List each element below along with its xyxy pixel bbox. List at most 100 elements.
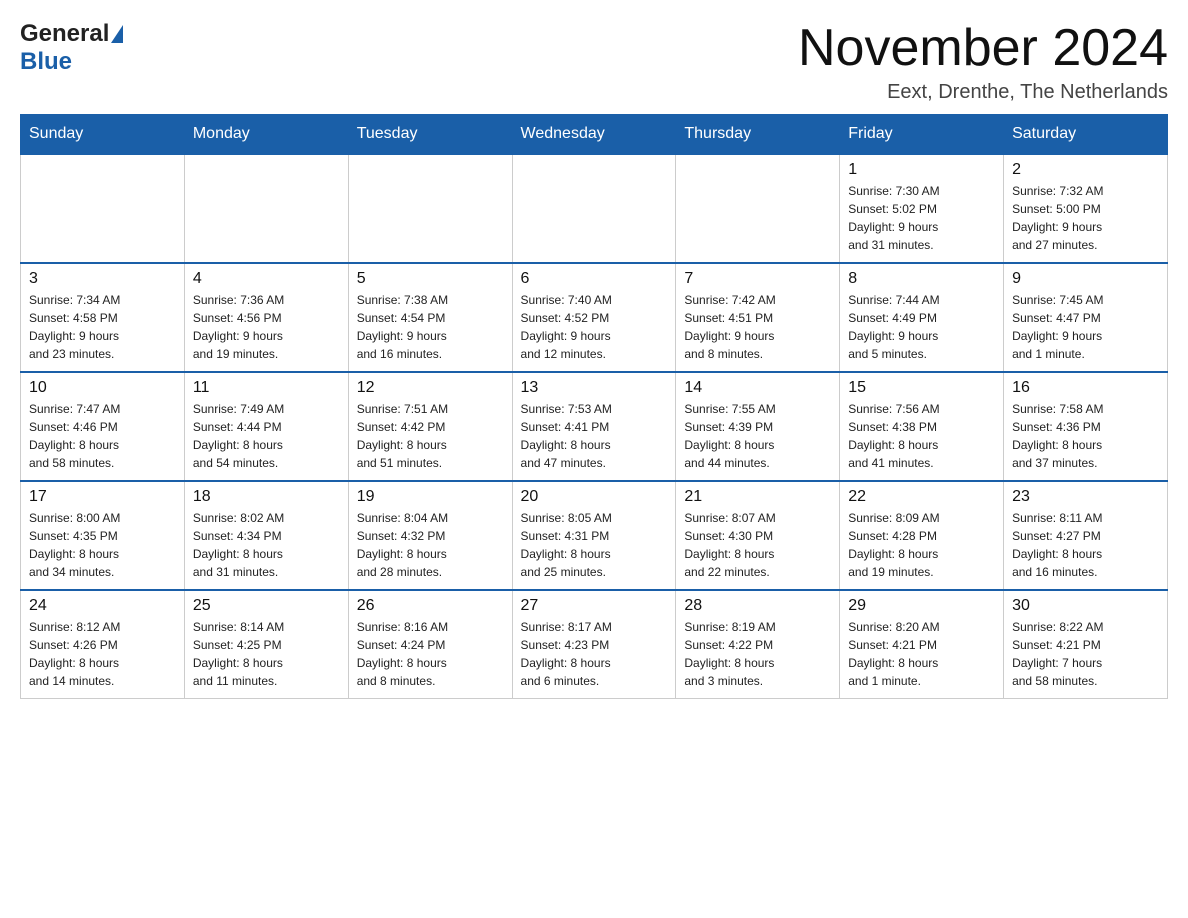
calendar-header-row: SundayMondayTuesdayWednesdayThursdayFrid… — [21, 115, 1168, 155]
calendar-day: 27 Sunrise: 8:17 AM Sunset: 4:23 PM Dayli… — [512, 590, 676, 699]
day-info: Sunrise: 7:56 AM Sunset: 4:38 PM Dayligh… — [848, 400, 995, 472]
calendar-week-row: 24 Sunrise: 8:12 AM Sunset: 4:26 PM Dayli… — [21, 590, 1168, 699]
day-number: 14 — [684, 379, 831, 397]
calendar-day: 20 Sunrise: 8:05 AM Sunset: 4:31 PM Dayli… — [512, 481, 676, 590]
calendar-day: 4 Sunrise: 7:36 AM Sunset: 4:56 PM Daylig… — [184, 263, 348, 372]
day-number: 15 — [848, 379, 995, 397]
calendar-day: 24 Sunrise: 8:12 AM Sunset: 4:26 PM Dayli… — [21, 590, 185, 699]
calendar-day: 29Sunrise: 8:20 AM Sunset: 4:21 PM Dayli… — [840, 590, 1004, 699]
day-info: Sunrise: 7:32 AM Sunset: 5:00 PM Dayligh… — [1012, 182, 1159, 254]
day-number: 27 — [521, 597, 668, 615]
day-info: Sunrise: 8:17 AM Sunset: 4:23 PM Dayligh… — [521, 618, 668, 690]
day-info: Sunrise: 8:16 AM Sunset: 4:24 PM Dayligh… — [357, 618, 504, 690]
day-number: 6 — [521, 270, 668, 288]
day-info: Sunrise: 8:00 AM Sunset: 4:35 PM Dayligh… — [29, 509, 176, 581]
calendar-header-wednesday: Wednesday — [512, 115, 676, 155]
day-number: 5 — [357, 270, 504, 288]
day-info: Sunrise: 7:51 AM Sunset: 4:42 PM Dayligh… — [357, 400, 504, 472]
calendar-day: 5Sunrise: 7:38 AM Sunset: 4:54 PM Daylig… — [348, 263, 512, 372]
day-number: 30 — [1012, 597, 1159, 615]
day-info: Sunrise: 7:45 AM Sunset: 4:47 PM Dayligh… — [1012, 291, 1159, 363]
day-info: Sunrise: 8:07 AM Sunset: 4:30 PM Dayligh… — [684, 509, 831, 581]
day-info: Sunrise: 7:58 AM Sunset: 4:36 PM Dayligh… — [1012, 400, 1159, 472]
day-number: 17 — [29, 488, 176, 506]
day-info: Sunrise: 8:02 AM Sunset: 4:34 PM Dayligh… — [193, 509, 340, 581]
calendar-day: 9 Sunrise: 7:45 AM Sunset: 4:47 PM Daylig… — [1004, 263, 1168, 372]
logo-general-text: General — [20, 20, 109, 48]
calendar-day — [184, 154, 348, 263]
calendar-day: 26 Sunrise: 8:16 AM Sunset: 4:24 PM Dayli… — [348, 590, 512, 699]
day-info: Sunrise: 8:22 AM Sunset: 4:21 PM Dayligh… — [1012, 618, 1159, 690]
day-number: 8 — [848, 270, 995, 288]
title-section: November 2024 Eext, Drenthe, The Netherl… — [798, 20, 1168, 104]
calendar-week-row: 3 Sunrise: 7:34 AM Sunset: 4:58 PM Daylig… — [21, 263, 1168, 372]
day-number: 22 — [848, 488, 995, 506]
day-number: 23 — [1012, 488, 1159, 506]
day-info: Sunrise: 8:09 AM Sunset: 4:28 PM Dayligh… — [848, 509, 995, 581]
day-number: 7 — [684, 270, 831, 288]
day-number: 13 — [521, 379, 668, 397]
day-info: Sunrise: 7:42 AM Sunset: 4:51 PM Dayligh… — [684, 291, 831, 363]
logo: General Blue — [20, 20, 125, 76]
day-info: Sunrise: 8:04 AM Sunset: 4:32 PM Dayligh… — [357, 509, 504, 581]
calendar-day: 28 Sunrise: 8:19 AM Sunset: 4:22 PM Dayli… — [676, 590, 840, 699]
calendar-day: 1Sunrise: 7:30 AM Sunset: 5:02 PM Daylig… — [840, 154, 1004, 263]
calendar-day: 7 Sunrise: 7:42 AM Sunset: 4:51 PM Daylig… — [676, 263, 840, 372]
day-info: Sunrise: 7:36 AM Sunset: 4:56 PM Dayligh… — [193, 291, 340, 363]
calendar-day: 15 Sunrise: 7:56 AM Sunset: 4:38 PM Dayli… — [840, 372, 1004, 481]
calendar-header-tuesday: Tuesday — [348, 115, 512, 155]
day-info: Sunrise: 8:19 AM Sunset: 4:22 PM Dayligh… — [684, 618, 831, 690]
day-info: Sunrise: 7:47 AM Sunset: 4:46 PM Dayligh… — [29, 400, 176, 472]
calendar-day: 16Sunrise: 7:58 AM Sunset: 4:36 PM Dayli… — [1004, 372, 1168, 481]
calendar-day: 3 Sunrise: 7:34 AM Sunset: 4:58 PM Daylig… — [21, 263, 185, 372]
calendar-day: 6Sunrise: 7:40 AM Sunset: 4:52 PM Daylig… — [512, 263, 676, 372]
calendar-day — [676, 154, 840, 263]
day-number: 9 — [1012, 270, 1159, 288]
calendar-week-row: 17 Sunrise: 8:00 AM Sunset: 4:35 PM Dayli… — [21, 481, 1168, 590]
calendar-day — [21, 154, 185, 263]
calendar-day: 22 Sunrise: 8:09 AM Sunset: 4:28 PM Dayli… — [840, 481, 1004, 590]
day-number: 20 — [521, 488, 668, 506]
month-title: November 2024 — [798, 20, 1168, 77]
calendar-week-row: 10 Sunrise: 7:47 AM Sunset: 4:46 PM Dayli… — [21, 372, 1168, 481]
day-info: Sunrise: 8:11 AM Sunset: 4:27 PM Dayligh… — [1012, 509, 1159, 581]
day-number: 12 — [357, 379, 504, 397]
day-number: 18 — [193, 488, 340, 506]
calendar-day: 25Sunrise: 8:14 AM Sunset: 4:25 PM Dayli… — [184, 590, 348, 699]
day-number: 28 — [684, 597, 831, 615]
day-number: 26 — [357, 597, 504, 615]
day-number: 10 — [29, 379, 176, 397]
calendar-day: 14 Sunrise: 7:55 AM Sunset: 4:39 PM Dayli… — [676, 372, 840, 481]
calendar-day: 11Sunrise: 7:49 AM Sunset: 4:44 PM Dayli… — [184, 372, 348, 481]
day-info: Sunrise: 8:05 AM Sunset: 4:31 PM Dayligh… — [521, 509, 668, 581]
calendar-day: 13Sunrise: 7:53 AM Sunset: 4:41 PM Dayli… — [512, 372, 676, 481]
day-number: 29 — [848, 597, 995, 615]
calendar-day — [512, 154, 676, 263]
calendar-header-thursday: Thursday — [676, 115, 840, 155]
day-info: Sunrise: 7:30 AM Sunset: 5:02 PM Dayligh… — [848, 182, 995, 254]
calendar-day: 19 Sunrise: 8:04 AM Sunset: 4:32 PM Dayli… — [348, 481, 512, 590]
page-header: General Blue November 2024 Eext, Drenthe… — [20, 20, 1168, 104]
day-number: 25 — [193, 597, 340, 615]
day-number: 2 — [1012, 161, 1159, 179]
calendar-day: 23 Sunrise: 8:11 AM Sunset: 4:27 PM Dayli… — [1004, 481, 1168, 590]
calendar-header-monday: Monday — [184, 115, 348, 155]
calendar-header-saturday: Saturday — [1004, 115, 1168, 155]
calendar-day: 2 Sunrise: 7:32 AM Sunset: 5:00 PM Daylig… — [1004, 154, 1168, 263]
day-number: 24 — [29, 597, 176, 615]
day-number: 19 — [357, 488, 504, 506]
calendar-header-friday: Friday — [840, 115, 1004, 155]
calendar-day: 30 Sunrise: 8:22 AM Sunset: 4:21 PM Dayli… — [1004, 590, 1168, 699]
calendar-day: 10 Sunrise: 7:47 AM Sunset: 4:46 PM Dayli… — [21, 372, 185, 481]
logo-triangle-icon — [111, 25, 123, 43]
logo-blue-text: Blue — [20, 48, 72, 75]
day-info: Sunrise: 7:34 AM Sunset: 4:58 PM Dayligh… — [29, 291, 176, 363]
day-number: 3 — [29, 270, 176, 288]
day-number: 4 — [193, 270, 340, 288]
day-info: Sunrise: 8:12 AM Sunset: 4:26 PM Dayligh… — [29, 618, 176, 690]
calendar-day: 18 Sunrise: 8:02 AM Sunset: 4:34 PM Dayli… — [184, 481, 348, 590]
calendar-day: 17 Sunrise: 8:00 AM Sunset: 4:35 PM Dayli… — [21, 481, 185, 590]
day-info: Sunrise: 7:55 AM Sunset: 4:39 PM Dayligh… — [684, 400, 831, 472]
day-info: Sunrise: 7:49 AM Sunset: 4:44 PM Dayligh… — [193, 400, 340, 472]
location-text: Eext, Drenthe, The Netherlands — [798, 81, 1168, 104]
